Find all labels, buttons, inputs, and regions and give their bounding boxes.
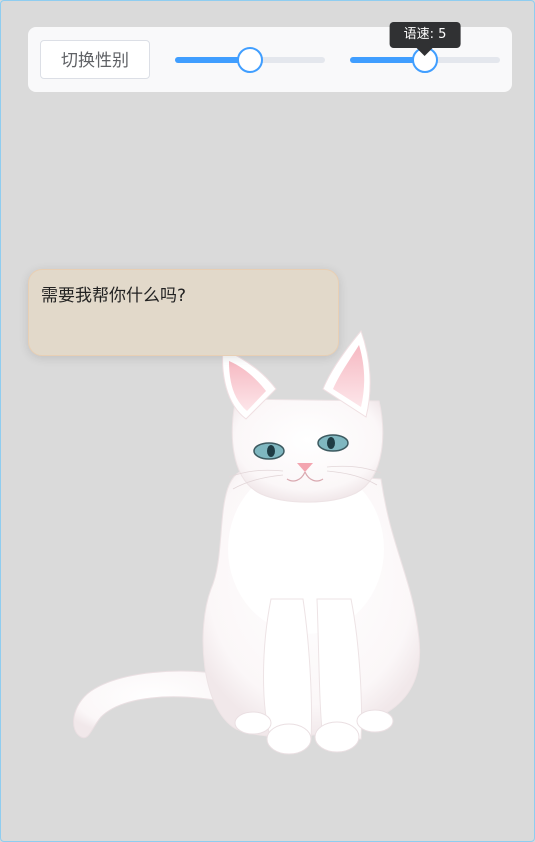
white-cat-icon[interactable]: [61, 319, 441, 769]
cat-back-right-paw: [356, 709, 394, 733]
speed-tooltip-text: 语速: 5: [403, 27, 447, 42]
pitch-slider[interactable]: [175, 47, 325, 73]
tooltip-arrow: [416, 48, 433, 56]
speed-tooltip: 语速: 5: [389, 22, 461, 56]
cat-right-leg: [316, 598, 363, 740]
cat-right-pupil: [327, 437, 335, 449]
pitch-slider-handle[interactable]: [237, 47, 263, 73]
cat-back-left-paw: [234, 711, 272, 735]
speech-bubble-text: 需要我帮你什么吗?: [41, 286, 187, 306]
speech-bubble: 需要我帮你什么吗?: [28, 269, 339, 356]
cat-left-pupil: [267, 445, 275, 457]
cat-left-paw: [266, 723, 312, 755]
speed-slider[interactable]: 语速: 5: [350, 22, 500, 73]
switch-gender-button[interactable]: 切换性别: [40, 40, 150, 79]
control-toolbar: 切换性别 语速: 5: [28, 22, 512, 92]
cat-right-paw: [314, 721, 360, 753]
cat-left-leg: [263, 598, 313, 740]
